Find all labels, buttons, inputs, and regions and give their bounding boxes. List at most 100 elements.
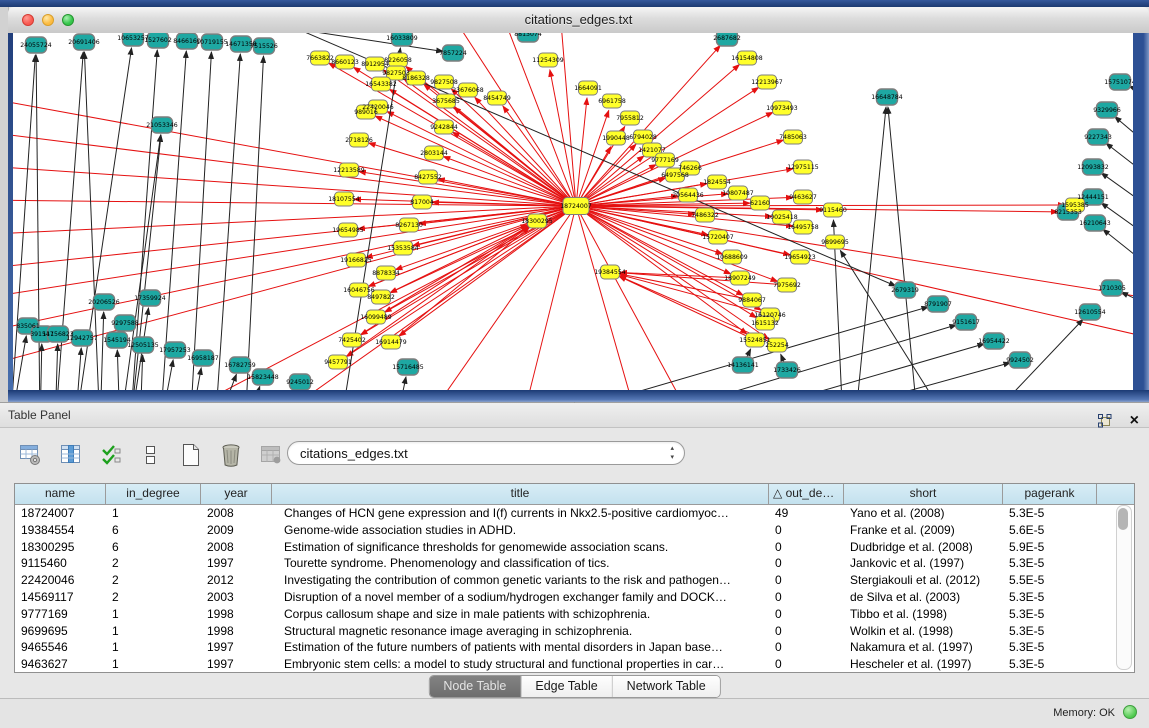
graph-edge[interactable] xyxy=(840,250,950,390)
table-row[interactable]: 946554611997Estimation of the future num… xyxy=(15,639,1134,656)
graph-edge[interactable] xyxy=(395,377,406,390)
delete-trash-icon[interactable] xyxy=(218,441,244,469)
graph-edge[interactable] xyxy=(160,51,186,390)
table-cell[interactable]: 1998 xyxy=(201,606,272,623)
table-row[interactable]: 969969511998Structural magnetic resonanc… xyxy=(15,623,1134,640)
table-cell[interactable]: 1 xyxy=(106,656,201,673)
table-row[interactable]: 1456911722003Disruption of a novel membe… xyxy=(15,589,1134,606)
table-cell[interactable]: 5.3E-5 xyxy=(1003,623,1097,640)
row-checks-icon[interactable] xyxy=(98,441,124,469)
graph-edge[interactable] xyxy=(100,312,104,390)
table-cell[interactable]: Disruption of a novel member of a sodium… xyxy=(272,589,769,606)
graph-edge[interactable] xyxy=(190,52,211,390)
table-cell[interactable]: 0 xyxy=(769,555,844,572)
table-cell[interactable]: 2009 xyxy=(201,522,272,539)
table-cell[interactable]: Jankovic et al. (1997) xyxy=(844,555,1003,572)
table-cell[interactable]: 6 xyxy=(106,522,201,539)
table-cell[interactable]: Genome-wide association studies in ADHD. xyxy=(272,522,769,539)
table-cell[interactable]: 0 xyxy=(769,623,844,640)
table-cell[interactable]: 0 xyxy=(769,639,844,656)
graph-edge[interactable] xyxy=(600,325,956,390)
table-cell[interactable]: 2 xyxy=(106,572,201,589)
table-cell[interactable]: 6 xyxy=(106,539,201,556)
column-header-short[interactable]: short xyxy=(844,484,1003,504)
table-cell[interactable]: 2012 xyxy=(201,572,272,589)
table-cell[interactable]: 1 xyxy=(106,639,201,656)
table-row[interactable]: 1872400712008Changes of HCN gene express… xyxy=(15,505,1134,522)
vertical-scrollbar[interactable] xyxy=(1116,505,1132,670)
table-cell[interactable]: 18724007 xyxy=(15,505,106,522)
table-cell[interactable]: 2003 xyxy=(201,589,272,606)
table-cell[interactable]: Corpus callosum shape and size in male p… xyxy=(272,606,769,623)
table-selector-dropdown[interactable]: citations_edges.txt ▴▾ xyxy=(287,441,685,465)
table-cell[interactable]: 19384554 xyxy=(15,522,106,539)
tab-network-table[interactable]: Network Table xyxy=(613,676,720,697)
citation-network-graph[interactable]: 2405572420691406106532571527602846616010… xyxy=(13,33,1133,390)
table-cell[interactable]: 0 xyxy=(769,522,844,539)
table-cell[interactable]: Franke et al. (2009) xyxy=(844,522,1003,539)
table-cell[interactable]: 14569117 xyxy=(15,589,106,606)
table-row[interactable]: 2242004622012Investigating the contribut… xyxy=(15,572,1134,589)
table-cell[interactable]: 0 xyxy=(769,606,844,623)
table-cell[interactable]: 9115460 xyxy=(15,555,106,572)
table-cell[interactable]: 5.3E-5 xyxy=(1003,656,1097,673)
table-cell[interactable]: 5.5E-5 xyxy=(1003,572,1097,589)
table-cell[interactable]: 0 xyxy=(769,656,844,673)
table-cell[interactable]: Investigating the contribution of common… xyxy=(272,572,769,589)
graph-edge[interactable] xyxy=(680,344,984,390)
table-cell[interactable]: 1997 xyxy=(201,555,272,572)
column-header-pagerank[interactable]: pagerank xyxy=(1003,484,1097,504)
table-cell[interactable]: Stergiakouli et al. (2012) xyxy=(844,572,1003,589)
graph-edge[interactable] xyxy=(13,206,576,235)
graph-edge[interactable] xyxy=(1115,116,1133,155)
graph-edge[interactable] xyxy=(500,307,928,390)
table-cell[interactable]: 0 xyxy=(769,589,844,606)
table-cell[interactable]: Nakamura et al. (1997) xyxy=(844,639,1003,656)
table-cell[interactable]: 0 xyxy=(769,572,844,589)
graph-edge[interactable] xyxy=(576,206,640,390)
table-cell[interactable]: 2008 xyxy=(201,539,272,556)
graph-edge[interactable] xyxy=(980,319,1083,390)
tab-node-table[interactable]: Node Table xyxy=(429,676,521,697)
table-cell[interactable]: Tibbo et al. (1998) xyxy=(844,606,1003,623)
column-header-in_degree[interactable]: in_degree xyxy=(106,484,201,504)
graph-edge[interactable] xyxy=(1103,229,1133,275)
graph-edge[interactable] xyxy=(1121,292,1133,310)
table-cell[interactable]: 1 xyxy=(106,505,201,522)
column-header-year[interactable]: year xyxy=(201,484,272,504)
table-cell[interactable]: 49 xyxy=(769,505,844,522)
table-cell[interactable]: Changes of HCN gene expression and I(f) … xyxy=(272,505,769,522)
table-cell[interactable]: Dudbridge et al. (2008) xyxy=(844,539,1003,556)
table-cell[interactable]: 22420046 xyxy=(15,572,106,589)
table-row[interactable]: 946362711997Embryonic stem cells: a mode… xyxy=(15,656,1134,673)
table-cell[interactable]: 2008 xyxy=(201,505,272,522)
graph-edge[interactable] xyxy=(13,206,576,370)
table-cell[interactable]: 1997 xyxy=(201,639,272,656)
graph-edge[interactable] xyxy=(160,360,173,390)
table-row[interactable]: 977716911998Corpus callosum shape and si… xyxy=(15,606,1134,623)
close-panel-icon[interactable]: × xyxy=(1130,414,1139,428)
table-cell[interactable]: 1998 xyxy=(201,623,272,640)
graph-edge[interactable] xyxy=(75,348,81,390)
new-document-icon[interactable] xyxy=(178,441,204,469)
table-cell[interactable]: de Silva et al. (2003) xyxy=(844,589,1003,606)
graph-edge[interactable] xyxy=(888,107,918,390)
table-cell[interactable]: 5.3E-5 xyxy=(1003,589,1097,606)
table-cell[interactable]: 0 xyxy=(769,539,844,556)
graph-edge[interactable] xyxy=(375,116,576,206)
network-canvas[interactable]: 2405572420691406106532571527602846616010… xyxy=(13,33,1133,390)
tab-edge-table[interactable]: Edge Table xyxy=(521,676,612,697)
table-cell[interactable]: 9777169 xyxy=(15,606,106,623)
table-cell[interactable]: Estimation of significance thresholds fo… xyxy=(272,539,769,556)
graph-edge[interactable] xyxy=(13,206,576,335)
graph-edge[interactable] xyxy=(369,143,576,206)
graph-edge[interactable] xyxy=(245,56,264,390)
table-cell[interactable]: 5.3E-5 xyxy=(1003,639,1097,656)
table-cell[interactable]: 2 xyxy=(106,555,201,572)
column-header-out_de[interactable]: △ out_de… xyxy=(769,484,844,504)
rows-icon[interactable] xyxy=(138,441,164,469)
column-header-name[interactable]: name xyxy=(15,484,106,504)
table-cell[interactable]: 9465546 xyxy=(15,639,106,656)
table-cell[interactable]: Structural magnetic resonance image aver… xyxy=(272,623,769,640)
table-cell[interactable]: 2 xyxy=(106,589,201,606)
